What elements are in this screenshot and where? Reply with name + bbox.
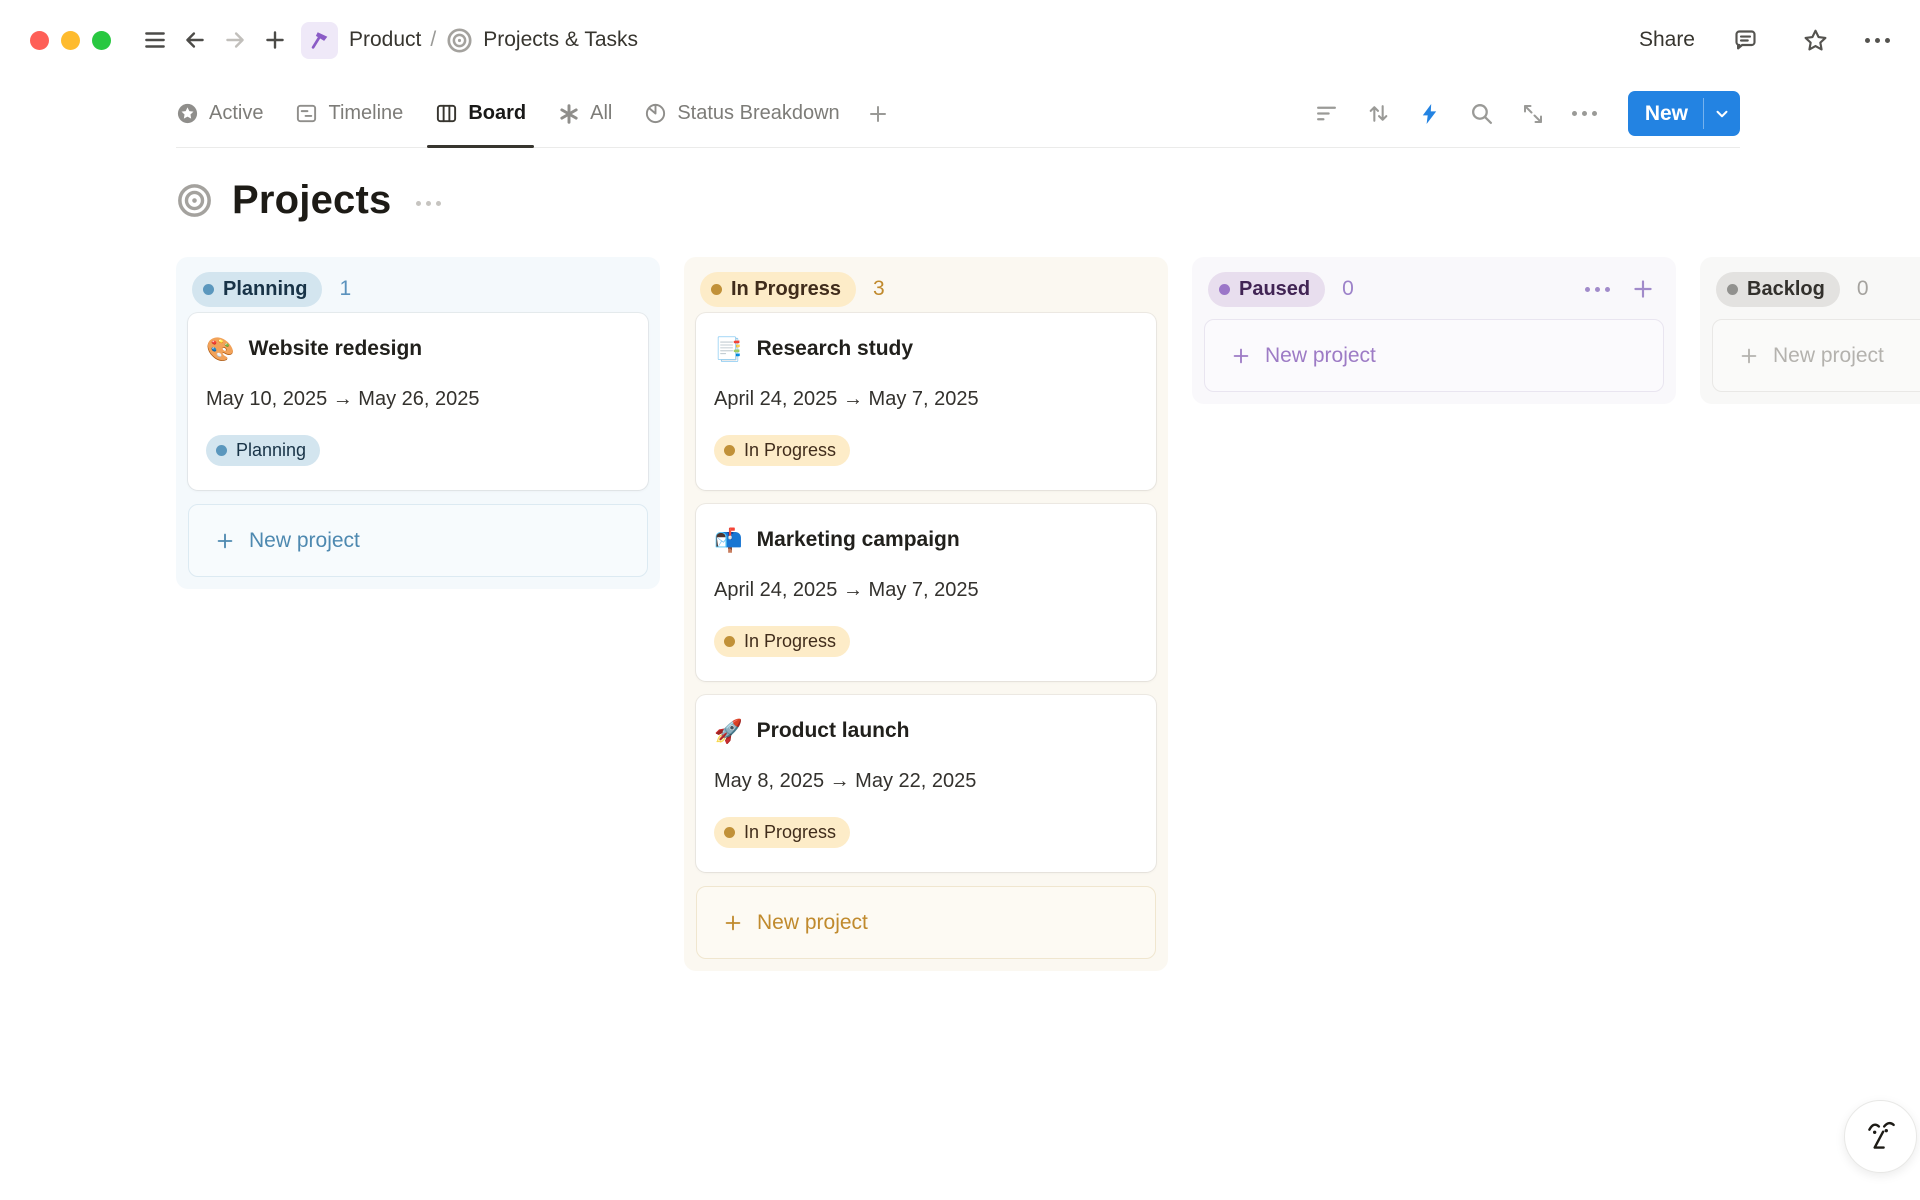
board-view: Planning 1 🎨 Website redesign May 10, 20… [0,257,1920,971]
breadcrumb: Product / Projects & Tasks [301,22,638,59]
column-header[interactable]: In Progress 3 [696,265,1156,313]
status-dot [216,445,227,456]
close-window-button[interactable] [30,31,49,50]
new-project-button[interactable]: New project [188,504,648,577]
filter-icon[interactable] [1314,101,1339,126]
card-status-pill[interactable]: In Progress [714,626,850,657]
card-date-range[interactable]: May 8, 2025 → May 22, 2025 [714,770,1138,793]
status-dot [203,284,214,295]
new-button[interactable]: New [1628,91,1740,136]
tab-status-breakdown[interactable]: Status Breakdown [628,80,855,147]
asterisk-icon [558,103,580,125]
notion-ai-face-icon [1861,1117,1901,1157]
status-pill-backlog[interactable]: Backlog [1716,272,1840,307]
tab-timeline[interactable]: Timeline [279,80,419,147]
tab-active[interactable]: Active [176,80,279,147]
card-status-pill[interactable]: In Progress [714,817,850,848]
minimize-window-button[interactable] [61,31,80,50]
project-card-product-launch[interactable]: 🚀 Product launch May 8, 2025 → May 22, 2… [696,695,1156,872]
board-column-planning: Planning 1 🎨 Website redesign May 10, 20… [176,257,660,589]
status-dot [724,445,735,456]
column-more-icon[interactable] [1585,287,1610,292]
breadcrumb-separator: / [430,28,436,52]
status-dot [724,827,735,838]
chevron-down-icon[interactable] [1704,91,1740,136]
star-circle-icon [176,102,199,125]
project-card-marketing-campaign[interactable]: 📬 Marketing campaign April 24, 2025 → Ma… [696,504,1156,681]
board-column-in-progress: In Progress 3 📑 Research study April 24,… [684,257,1168,971]
open-mailbox-emoji: 📬 [714,529,743,552]
view-tab-bar: Active Timeline Board [176,80,1740,148]
column-add-plus-icon[interactable] [1630,276,1656,302]
view-more-options-icon[interactable] [1572,111,1597,116]
card-title[interactable]: Product launch [757,719,910,743]
new-button-label[interactable]: New [1628,91,1703,136]
tab-board[interactable]: Board [419,80,542,147]
forward-arrow-icon[interactable] [215,20,255,60]
automation-lightning-icon[interactable] [1418,102,1442,126]
column-count: 1 [339,277,351,301]
back-arrow-icon[interactable] [175,20,215,60]
projects-target-icon [176,182,213,219]
board-column-paused: Paused 0 New project [1192,257,1676,404]
card-date-range[interactable]: April 24, 2025 → May 7, 2025 [714,579,1138,602]
card-title[interactable]: Research study [757,337,913,361]
card-title[interactable]: Website redesign [249,337,423,361]
window-titlebar: Product / Projects & Tasks Share [0,0,1920,80]
comment-icon[interactable] [1725,20,1765,60]
board-column-backlog: Backlog 0 New project [1700,257,1920,404]
search-icon[interactable] [1469,101,1494,126]
rocket-emoji: 🚀 [714,720,743,743]
favorite-star-icon[interactable] [1795,20,1835,60]
column-header[interactable]: Backlog 0 [1712,265,1920,313]
card-date-range[interactable]: April 24, 2025 → May 7, 2025 [714,388,1138,411]
card-date-range[interactable]: May 10, 2025 → May 26, 2025 [206,388,630,411]
breadcrumb-workspace[interactable]: Product [349,28,421,52]
notion-ai-button[interactable] [1844,1100,1917,1173]
status-pill-planning[interactable]: Planning [192,272,322,307]
more-options-icon[interactable] [1865,38,1890,43]
expand-icon[interactable] [1521,102,1545,126]
column-header[interactable]: Paused 0 [1204,265,1664,313]
column-header[interactable]: Planning 1 [188,265,648,313]
artist-palette-emoji: 🎨 [206,338,235,361]
page-title: Projects [232,178,391,223]
project-card-research-study[interactable]: 📑 Research study April 24, 2025 → May 7,… [696,313,1156,490]
status-dot [1727,284,1738,295]
card-status-pill[interactable]: In Progress [714,435,850,466]
status-dot [1219,284,1230,295]
hamburger-menu-icon[interactable] [135,20,175,60]
zoom-window-button[interactable] [92,31,111,50]
new-project-button[interactable]: New project [1204,319,1664,392]
project-card-website-redesign[interactable]: 🎨 Website redesign May 10, 2025 → May 26… [188,313,648,490]
add-view-plus-icon[interactable] [856,80,900,147]
new-project-button[interactable]: New project [1712,319,1920,392]
column-count: 3 [873,277,885,301]
pie-chart-icon [644,102,667,125]
bookmark-tabs-emoji: 📑 [714,338,743,361]
tab-all[interactable]: All [542,80,628,147]
new-page-plus-icon[interactable] [255,20,295,60]
sort-icon[interactable] [1366,101,1391,126]
status-dot [724,636,735,647]
status-dot [711,284,722,295]
share-button[interactable]: Share [1639,28,1695,52]
target-icon [446,27,473,54]
card-status-pill[interactable]: Planning [206,435,320,466]
traffic-lights [30,31,111,50]
column-count: 0 [1857,277,1869,301]
status-pill-in-progress[interactable]: In Progress [700,272,856,307]
title-more-icon[interactable] [416,201,441,206]
new-project-button[interactable]: New project [696,886,1156,959]
board-columns-icon [435,102,458,125]
workspace-hammer-icon[interactable] [301,22,338,59]
breadcrumb-page[interactable]: Projects & Tasks [483,28,638,52]
column-count: 0 [1342,277,1354,301]
timeline-icon [295,102,318,125]
status-pill-paused[interactable]: Paused [1208,272,1325,307]
card-title[interactable]: Marketing campaign [757,528,960,552]
